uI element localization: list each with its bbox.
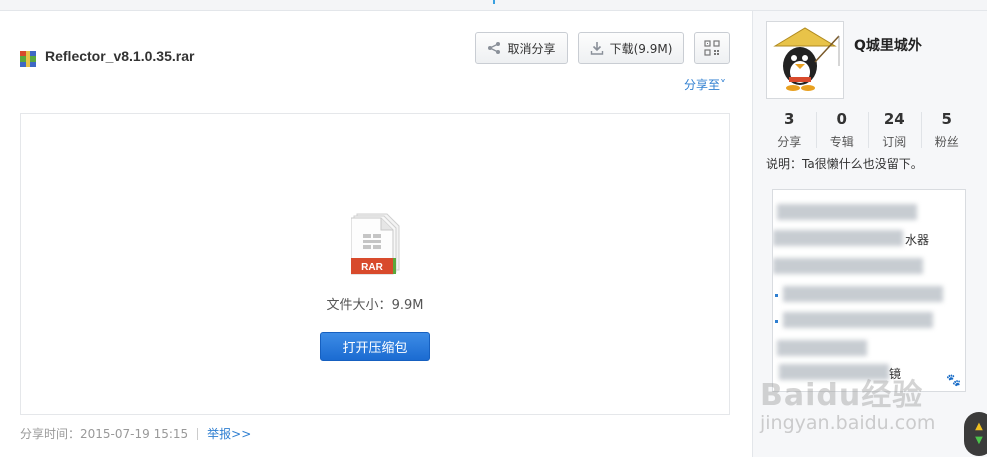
download-button[interactable]: 下载(9.9M) — [578, 32, 684, 64]
list-item[interactable]: 水器 — [773, 230, 965, 247]
rar-badge-text: RAR — [361, 262, 383, 273]
file-size: 文件大小：9.9M — [21, 294, 729, 313]
profile-stats: 3 分享 0 专辑 24 订阅 5 粉丝 — [763, 108, 973, 152]
blurred-text — [777, 340, 867, 356]
watermark-url: jingyan.baidu.com — [760, 412, 936, 434]
cancel-share-label: 取消分享 — [507, 41, 556, 56]
blurred-text — [783, 286, 943, 302]
stat-value: 5 — [941, 110, 952, 128]
report-link[interactable]: 举报>> — [207, 425, 251, 442]
share-time-label: 分享时间： — [20, 427, 81, 441]
blurred-text — [783, 312, 933, 328]
list-item-text: 水器 — [905, 233, 930, 247]
file-title: Reflector_v8.1.0.35.rar — [45, 48, 195, 64]
stat-value: 3 — [784, 110, 795, 128]
selection-tick — [493, 0, 495, 4]
share-meta: 分享时间： 2015-07-19 15:15 举报>> — [20, 425, 251, 442]
download-icon — [590, 42, 603, 55]
arrow-down-icon[interactable]: ▼ — [975, 436, 983, 446]
baidu-jingyan-watermark: Baidu经验 — [760, 378, 924, 413]
main-panel: Reflector_v8.1.0.35.rar 取消分享 下载(9.9M) 分享… — [0, 11, 752, 457]
list-item[interactable] — [773, 286, 965, 302]
avatar[interactable] — [766, 21, 844, 99]
list-item[interactable] — [773, 204, 965, 220]
stat-followers[interactable]: 5 粉丝 — [920, 108, 974, 152]
scroll-top-bottom-control[interactable]: ▲ ▼ — [964, 412, 987, 456]
stat-label: 专辑 — [829, 135, 854, 149]
rar-file-icon — [20, 51, 36, 67]
file-size-label: 文件大小： — [326, 298, 392, 313]
list-item[interactable] — [773, 312, 965, 328]
rar-document-icon: RAR — [351, 213, 400, 275]
stat-label: 粉丝 — [934, 135, 959, 149]
file-preview-area: RAR 文件大小：9.9M 打开压缩包 — [20, 113, 730, 415]
profile-description: 说明：Ta很懒什么也没留下。 — [766, 157, 923, 171]
arrow-up-icon[interactable]: ▲ — [975, 422, 983, 432]
stat-label: 分享 — [777, 135, 802, 149]
open-archive-button[interactable]: 打开压缩包 — [320, 332, 430, 361]
download-label: 下载(9.9M) — [609, 41, 673, 56]
stat-label: 订阅 — [882, 135, 907, 149]
shared-files-list: 水器 镜 🐾 — [772, 189, 966, 392]
paw-icon: 🐾 — [946, 373, 961, 387]
stat-shares[interactable]: 3 分享 — [763, 108, 816, 152]
stat-albums[interactable]: 0 专辑 — [815, 108, 869, 152]
qrcode-icon — [704, 40, 720, 56]
blurred-text — [773, 258, 923, 274]
blurred-text — [777, 204, 917, 220]
share-icon — [488, 42, 501, 54]
divider — [197, 427, 199, 440]
stat-subscriptions[interactable]: 24 订阅 — [868, 108, 921, 152]
list-item[interactable] — [773, 340, 965, 356]
chevron-down-icon: ˅ — [720, 78, 727, 92]
file-size-value: 9.9M — [391, 298, 424, 313]
avatar-image — [773, 27, 840, 91]
stat-value: 0 — [836, 110, 847, 128]
share-time-value: 2015-07-19 15:15 — [80, 426, 189, 441]
cancel-share-button[interactable]: 取消分享 — [475, 32, 568, 64]
blurred-text — [773, 230, 903, 246]
list-item[interactable] — [773, 258, 965, 274]
qrcode-button[interactable] — [694, 32, 730, 64]
share-to-label: 分享至 — [684, 78, 721, 92]
stat-value: 24 — [883, 110, 905, 128]
share-to-dropdown[interactable]: 分享至˅ — [684, 76, 726, 93]
username[interactable]: Q城里城外 — [854, 35, 922, 55]
